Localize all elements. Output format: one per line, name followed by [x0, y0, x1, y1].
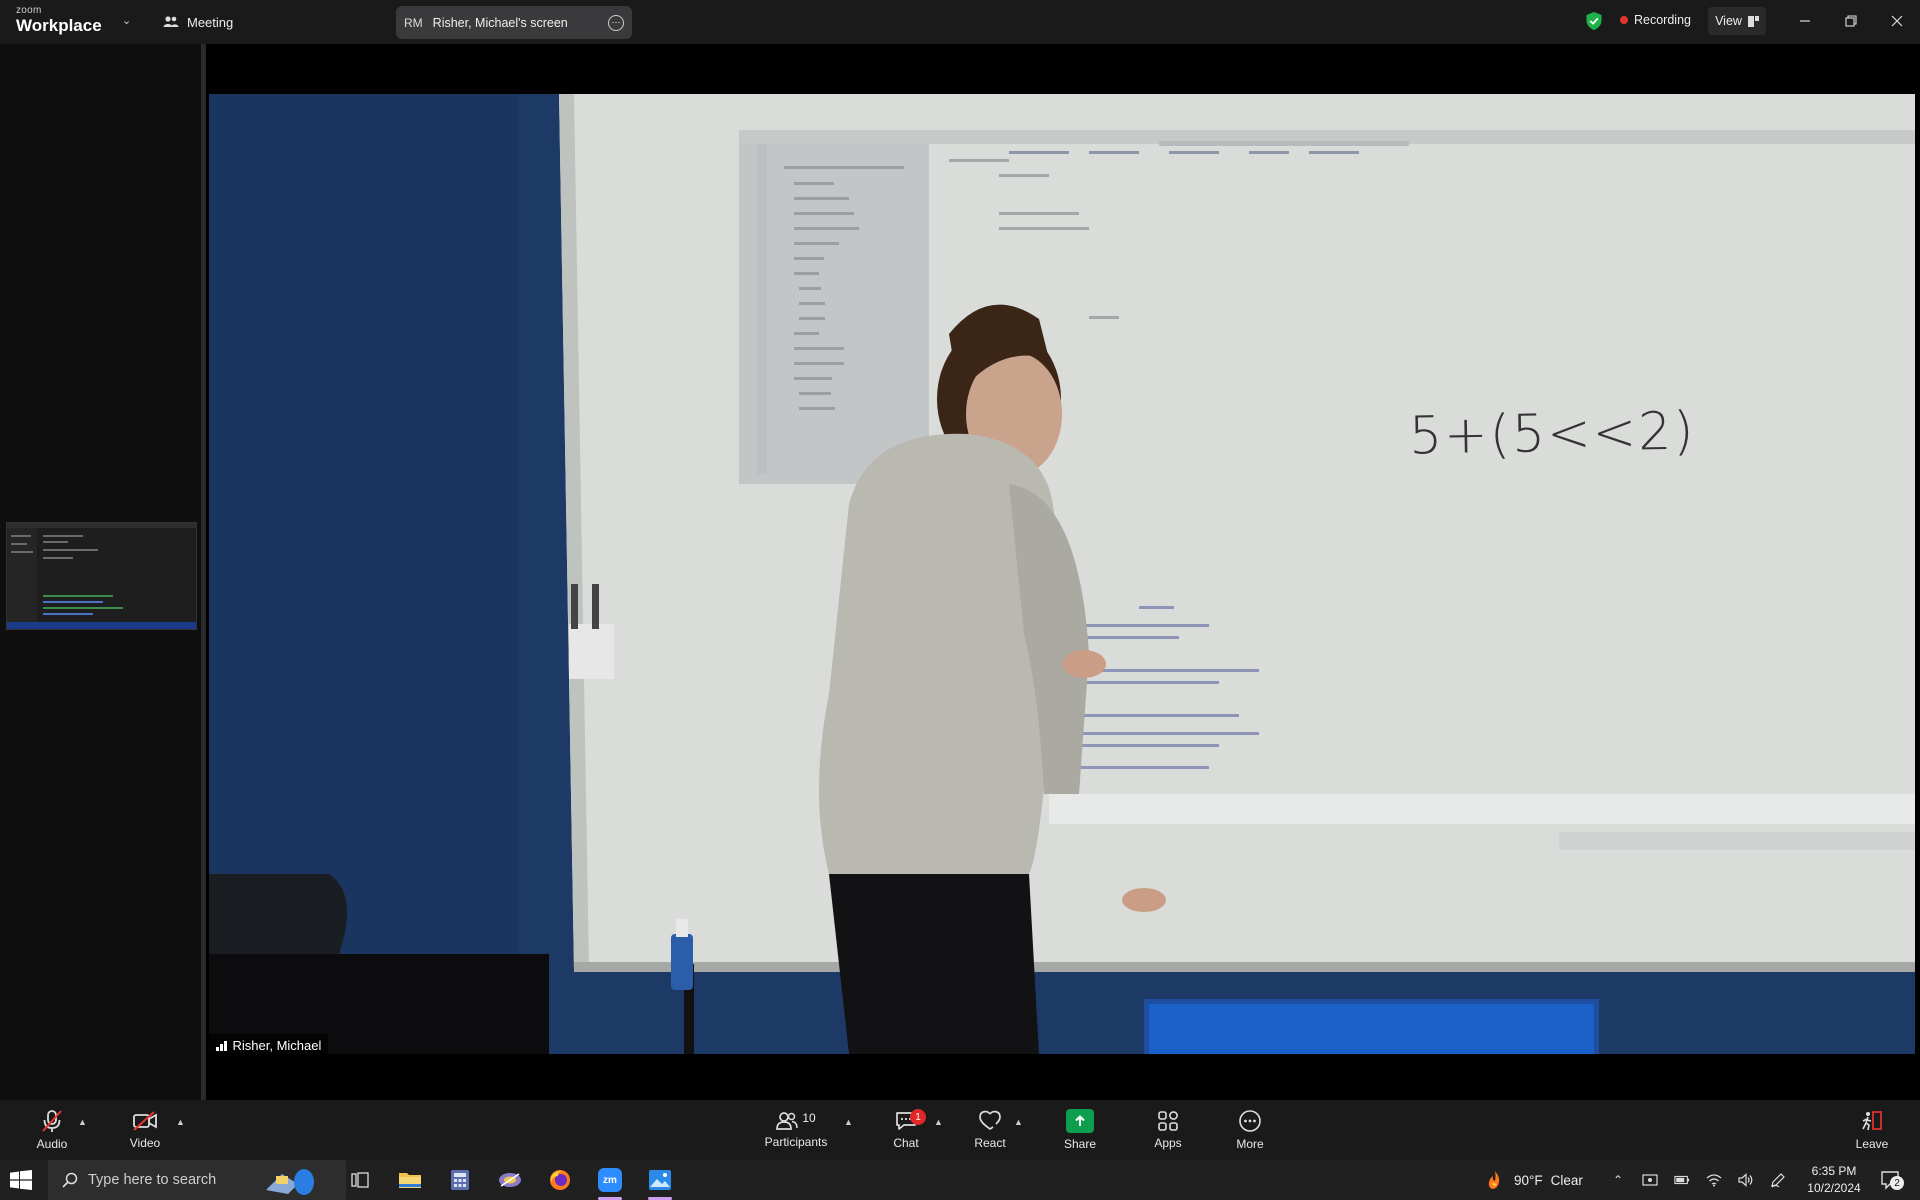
participants-label: Participants — [764, 1135, 828, 1149]
audio-label: Audio — [36, 1137, 68, 1151]
participants-options-caret-icon[interactable]: ▲ — [844, 1117, 853, 1127]
file-explorer-button[interactable] — [386, 1160, 434, 1200]
taskbar-clock[interactable]: 6:35 PM 10/2/2024 — [1800, 1163, 1868, 1197]
close-icon — [1891, 15, 1903, 27]
search-icon — [62, 1172, 78, 1188]
firefox-icon — [550, 1170, 570, 1190]
participants-button[interactable]: 10 Participants — [758, 1100, 834, 1160]
view-button[interactable]: View — [1708, 7, 1766, 35]
classroom-scene — [209, 94, 1915, 1054]
recording-indicator[interactable]: Recording — [1620, 13, 1691, 27]
notification-count-badge: 2 — [1890, 1176, 1904, 1190]
minimize-icon — [1800, 20, 1810, 22]
minimize-button[interactable] — [1790, 10, 1820, 32]
restore-button[interactable] — [1836, 10, 1866, 32]
shared-screen-thumbnail[interactable] — [6, 522, 197, 630]
participant-video: 5+(5<<2) — [209, 94, 1915, 1054]
chevron-down-icon[interactable]: ⌄ — [122, 14, 131, 27]
encryption-shield-icon[interactable] — [1585, 11, 1603, 31]
weather-widget[interactable]: 90°F Clear — [1484, 1160, 1583, 1200]
signal-strength-icon — [216, 1040, 227, 1051]
share-label: Share — [1063, 1137, 1097, 1151]
whiteboard-handwriting: 5+(5<<2) — [1408, 401, 1697, 467]
leave-door-icon — [1862, 1111, 1882, 1131]
meet-now-icon[interactable] — [1642, 1172, 1658, 1188]
firefox-button[interactable] — [536, 1160, 584, 1200]
microphone-muted-icon — [42, 1110, 62, 1132]
weather-condition: Clear — [1550, 1172, 1583, 1188]
leave-button[interactable]: Leave — [1852, 1100, 1892, 1160]
brand-big: Workplace — [16, 16, 102, 35]
participants-icon — [776, 1112, 799, 1130]
temperature: 90°F — [1514, 1172, 1543, 1188]
more-label: More — [1236, 1137, 1264, 1151]
search-placeholder: Type here to search — [88, 1172, 217, 1188]
heart-icon — [979, 1110, 1001, 1131]
share-button[interactable]: Share — [1060, 1100, 1100, 1160]
show-hidden-icons-chevron-icon[interactable]: ⌃ — [1610, 1172, 1626, 1188]
apps-button[interactable]: Apps — [1148, 1100, 1188, 1160]
layout-icon — [1747, 15, 1759, 27]
photos-icon — [649, 1170, 671, 1190]
participants-count: 10 — [802, 1111, 816, 1125]
video-options-caret-icon[interactable]: ▲ — [176, 1117, 185, 1127]
more-icon — [1239, 1110, 1261, 1132]
recording-label: Recording — [1634, 13, 1691, 27]
participant-name-tag: Risher, Michael — [209, 1034, 329, 1056]
calculator-button[interactable] — [436, 1160, 484, 1200]
video-button[interactable]: Video — [122, 1100, 168, 1160]
restore-icon — [1845, 15, 1857, 27]
shared-screen-pill[interactable]: RM Risher, Michael's screen ⋯ — [396, 6, 632, 39]
react-button[interactable]: React — [970, 1100, 1010, 1160]
react-label: React — [974, 1136, 1006, 1150]
hot-weather-icon — [1488, 1171, 1500, 1189]
close-button[interactable] — [1882, 10, 1912, 32]
react-options-caret-icon[interactable]: ▲ — [1014, 1117, 1023, 1127]
people-icon — [163, 16, 179, 27]
search-highlight-art-icon[interactable] — [262, 1164, 326, 1196]
chat-unread-badge: 1 — [910, 1109, 926, 1125]
share-screen-icon — [1066, 1109, 1094, 1133]
apps-label: Apps — [1154, 1136, 1182, 1150]
clock-time: 6:35 PM — [1811, 1164, 1857, 1178]
meeting-button[interactable]: Meeting — [163, 10, 233, 34]
more-button[interactable]: More — [1230, 1100, 1270, 1160]
apps-grid-icon — [1158, 1111, 1178, 1131]
leave-label: Leave — [1855, 1137, 1889, 1151]
wifi-icon[interactable] — [1706, 1172, 1722, 1188]
snipping-tool-button[interactable] — [486, 1160, 534, 1200]
task-view-icon — [351, 1172, 369, 1188]
zoom-app-icon: zm — [598, 1168, 622, 1192]
clock-date: 10/2/2024 — [1807, 1181, 1861, 1195]
view-label: View — [1715, 14, 1742, 28]
more-options-icon[interactable]: ⋯ — [608, 14, 624, 31]
camera-off-icon — [133, 1111, 157, 1131]
snip-icon — [499, 1173, 521, 1187]
pen-ink-icon[interactable] — [1770, 1172, 1786, 1188]
participant-name: Risher, Michael — [232, 1037, 322, 1053]
battery-icon[interactable] — [1674, 1172, 1690, 1188]
zoom-app-button[interactable]: zm — [586, 1160, 634, 1200]
windows-taskbar: Type here to search zm 90°F Clear ⌃ 6:35… — [0, 1160, 1920, 1200]
photos-app-button[interactable] — [636, 1160, 684, 1200]
audio-options-caret-icon[interactable]: ▲ — [78, 1117, 87, 1127]
meeting-toolbar: Audio ▲ Video ▲ 10 Participants ▲ Chat 1… — [0, 1100, 1920, 1160]
meeting-label: Meeting — [187, 14, 234, 30]
chat-label: Chat — [893, 1136, 919, 1150]
shared-screen-label: Risher, Michael's screen — [432, 15, 568, 30]
audio-button[interactable]: Audio — [30, 1100, 74, 1160]
chat-options-caret-icon[interactable]: ▲ — [934, 1117, 943, 1127]
windows-start-icon[interactable] — [10, 1170, 32, 1190]
brand-small: zoom — [16, 5, 42, 16]
recording-dot-icon — [1620, 16, 1628, 24]
zoom-workplace-logo: zoom Workplace — [16, 5, 102, 35]
task-view-button[interactable] — [336, 1160, 384, 1200]
video-label: Video — [129, 1136, 161, 1150]
title-bar: zoom Workplace ⌄ Meeting RM Risher, Mich… — [0, 0, 1920, 44]
calculator-icon — [451, 1170, 469, 1190]
avatar-initials: RM — [404, 15, 423, 30]
folder-icon — [399, 1173, 421, 1188]
notification-center-button[interactable]: 2 — [1880, 1170, 1904, 1195]
volume-icon[interactable] — [1738, 1172, 1754, 1188]
